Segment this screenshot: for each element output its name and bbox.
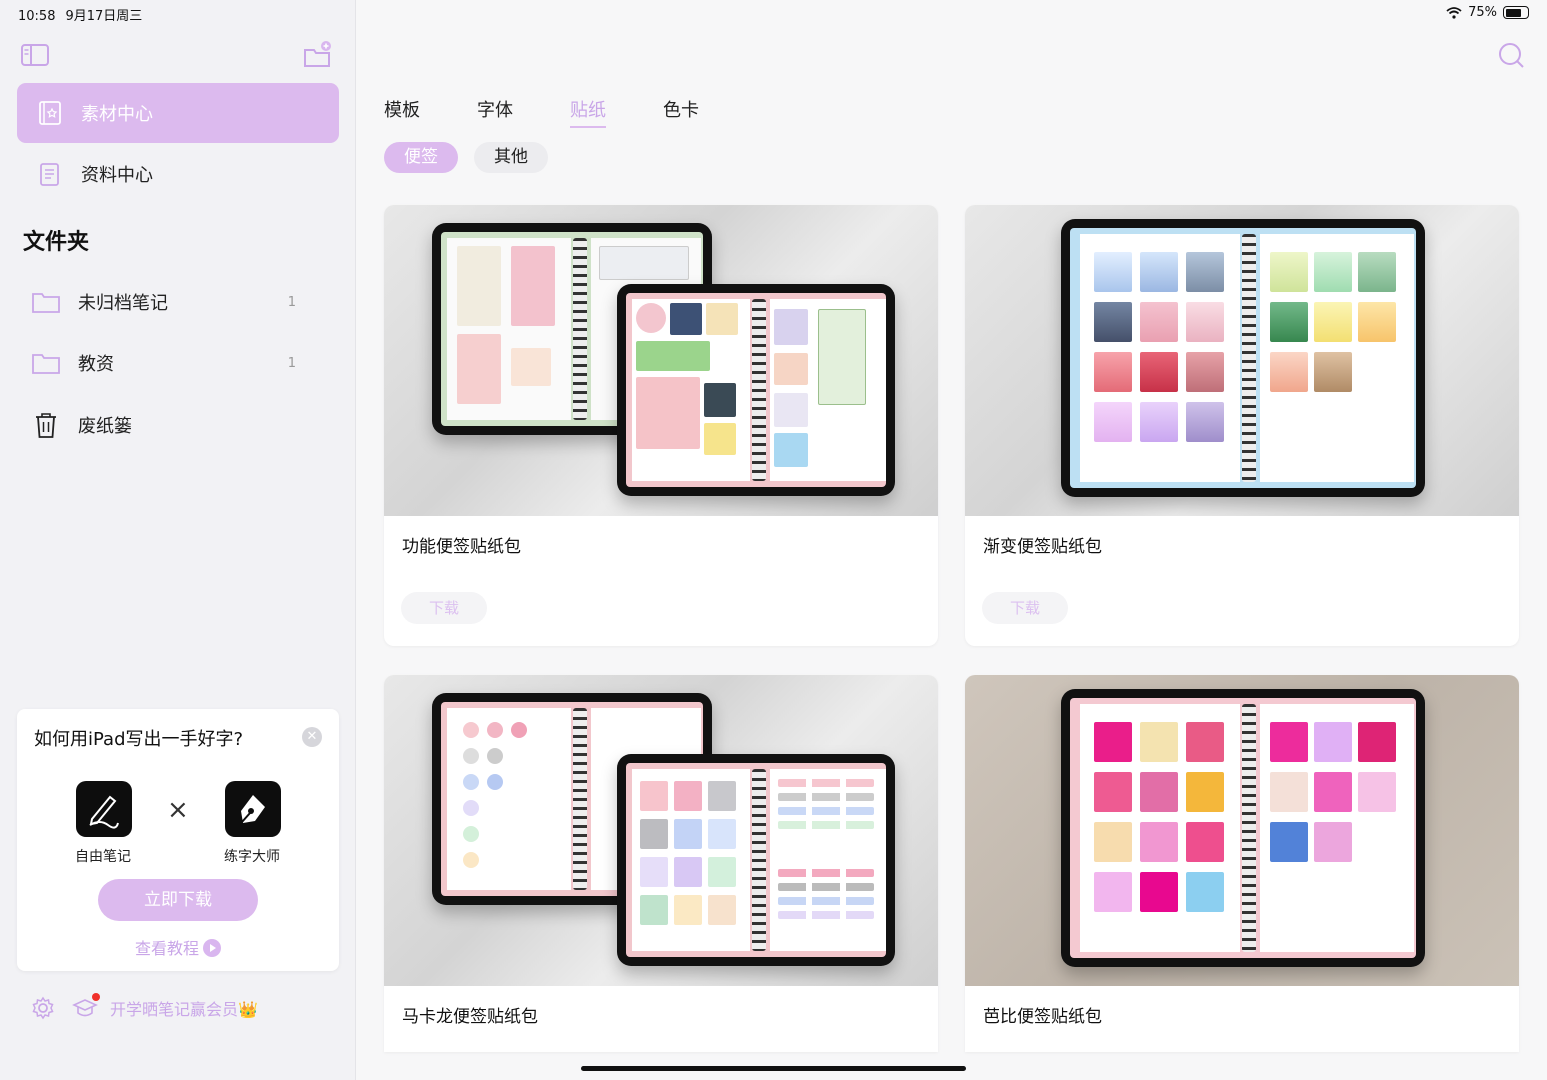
status-time-date: 10:58 9月17日周三 [18, 5, 152, 24]
status-time: 10:58 [18, 9, 56, 24]
sticker-pack-card[interactable]: 渐变便签贴纸包 下载 [965, 205, 1519, 646]
trash-icon [30, 411, 62, 439]
card-title: 马卡龙便签贴纸包 [402, 1007, 538, 1027]
sticker-pack-card[interactable]: 功能便签贴纸包 下载 [384, 205, 938, 646]
tutorial-label: 查看教程 [134, 939, 199, 958]
nav-document-center[interactable]: 资料中心 [17, 144, 339, 204]
nav-label: 资料中心 [81, 165, 153, 186]
status-date: 9月17日周三 [65, 9, 143, 24]
folder-count: 1 [287, 294, 296, 310]
close-icon[interactable]: ✕ [302, 727, 322, 747]
card-thumbnail [965, 205, 1519, 516]
material-center-icon [37, 100, 63, 126]
tab-templates[interactable]: 模板 [384, 96, 420, 128]
filter-chips: 便签 其他 [384, 142, 548, 173]
folder-jiaozi[interactable]: 教资 1 [30, 343, 310, 383]
document-center-icon [37, 161, 63, 187]
folder-count: 1 [287, 355, 296, 371]
battery-percent: 75% [1468, 5, 1497, 20]
download-button[interactable]: 下载 [401, 592, 487, 624]
card-thumbnail [384, 675, 938, 986]
times-icon: × [167, 795, 189, 825]
folder-label: 未归档笔记 [78, 293, 168, 314]
nav-label: 素材中心 [81, 104, 153, 125]
sidebar-toggle-icon[interactable] [20, 40, 50, 70]
card-thumbnail [965, 675, 1519, 986]
chip-other[interactable]: 其他 [474, 142, 548, 173]
folder-label: 废纸篓 [78, 416, 132, 437]
sidebar-bottom-bar: 开学晒笔记赢会员👑 [30, 993, 258, 1021]
card-thumbnail [384, 205, 938, 516]
folder-label: 教资 [78, 354, 114, 375]
chip-sticky-notes[interactable]: 便签 [384, 142, 458, 173]
new-folder-icon[interactable] [302, 40, 332, 70]
graduation-cap-icon[interactable] [72, 993, 100, 1021]
app1-label: 自由笔记 [75, 849, 131, 865]
promo-card: 如何用iPad写出一手好字? ✕ 自由笔记 × 练字大师 立即下载 查看教程 [17, 709, 339, 971]
campaign-link[interactable]: 开学晒笔记赢会员👑 [110, 996, 258, 1020]
card-title: 渐变便签贴纸包 [983, 537, 1102, 557]
card-title: 功能便签贴纸包 [402, 537, 521, 557]
battery-icon [1503, 6, 1529, 19]
sticker-pack-card[interactable]: 芭比便签贴纸包 [965, 675, 1519, 1052]
play-icon [203, 939, 221, 957]
promo-title: 如何用iPad写出一手好字? [34, 729, 244, 750]
sticker-pack-card[interactable]: 马卡龙便签贴纸包 [384, 675, 938, 1052]
search-icon[interactable] [1497, 41, 1525, 69]
category-tabs: 模板 字体 贴纸 色卡 [384, 96, 756, 128]
free-notes-app-icon[interactable] [76, 781, 132, 837]
tab-fonts[interactable]: 字体 [477, 96, 513, 128]
folder-icon [30, 288, 62, 316]
sidebar: 10:58 9月17日周三 素材中心 资料中心 文件夹 未归档笔记 1 教资 1 [0, 0, 356, 1080]
download-button[interactable]: 下载 [982, 592, 1068, 624]
nav-material-center[interactable]: 素材中心 [17, 83, 339, 143]
app2-label: 练字大师 [224, 849, 280, 865]
card-title: 芭比便签贴纸包 [983, 1007, 1102, 1027]
tab-stickers[interactable]: 贴纸 [570, 96, 606, 128]
folders-title: 文件夹 [23, 230, 90, 255]
wifi-icon [1446, 6, 1462, 19]
notification-dot [92, 993, 100, 1001]
folder-trash[interactable]: 废纸篓 [30, 405, 310, 445]
folder-unarchived-notes[interactable]: 未归档笔记 1 [30, 282, 310, 322]
calligraphy-app-icon[interactable] [225, 781, 281, 837]
status-right: 75% [1446, 5, 1529, 20]
download-now-button[interactable]: 立即下载 [98, 879, 258, 921]
gear-icon[interactable] [30, 995, 56, 1021]
view-tutorial-link[interactable]: 查看教程 [17, 935, 339, 959]
home-indicator[interactable] [581, 1066, 966, 1071]
tab-color-cards[interactable]: 色卡 [663, 96, 699, 128]
folder-icon [30, 349, 62, 377]
